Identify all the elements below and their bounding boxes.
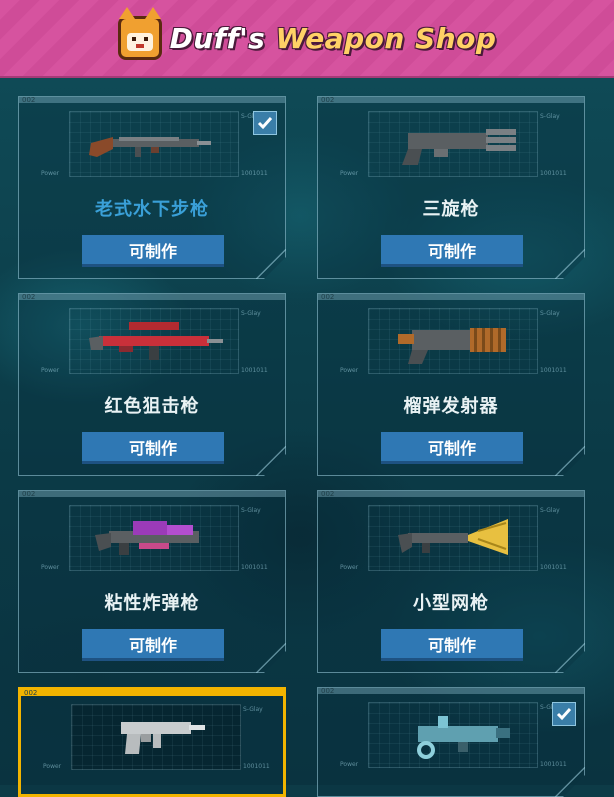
craft-button[interactable]: 可制作 <box>381 432 523 464</box>
frame-label-top-right: S-Glay <box>540 113 560 120</box>
sticky-bomb-gun-icon <box>79 509 229 567</box>
weapon-card[interactable]: 002 S-Glay Power 1001011 三旋枪 可制作 <box>317 96 585 279</box>
frame-label-power: Power <box>41 367 60 374</box>
craft-button[interactable]: 可制作 <box>381 629 523 661</box>
card-topbar <box>318 688 584 694</box>
weapon-name: 小型网枪 <box>413 593 489 614</box>
frame-label-bottom-right: 1001011 <box>241 170 268 177</box>
card-code: 002 <box>321 96 335 104</box>
weapon-name: 三旋枪 <box>422 199 480 220</box>
old-underwater-rifle-icon <box>79 115 229 173</box>
frame-label-bottom-right: 1001011 <box>241 367 268 374</box>
craft-button[interactable]: 可制作 <box>82 235 224 267</box>
grenade-launcher-icon <box>378 312 528 370</box>
card-topbar <box>318 294 584 300</box>
card-topbar <box>21 690 283 696</box>
owned-checkmark-icon <box>552 702 576 726</box>
weapon-card[interactable]: 002 S-Glay Power 1001011 老式水下步枪 可制作 <box>18 96 286 279</box>
frame-label-top-right: S-Glay <box>241 310 261 317</box>
weapon-card[interactable]: 002 S-Glay Power 1001011 小型网枪 可制作 <box>317 490 585 673</box>
frame-label-power: Power <box>340 170 359 177</box>
frame-label-top-right: S-Glay <box>540 507 560 514</box>
weapon-name: 粘性炸弹枪 <box>104 593 200 614</box>
card-topbar <box>318 491 584 497</box>
weapon-name: 红色狙击枪 <box>104 396 200 417</box>
owned-checkmark-icon <box>253 111 277 135</box>
weapon-card-selected[interactable]: 002 S-Glay Power 1001011 <box>18 687 286 797</box>
weapon-card[interactable]: 002 S-Glay Power 1001011 榴弹发射器 可制作 <box>317 293 585 476</box>
pistol-icon <box>121 722 205 754</box>
card-code: 002 <box>22 293 36 301</box>
frame-label-power: Power <box>41 564 60 571</box>
craft-button[interactable]: 可制作 <box>381 235 523 267</box>
shop-title-part2: Weapon Shop <box>275 21 497 55</box>
weapon-card[interactable]: 002 S-Glay Power 1001011 粘性炸弹枪 可制作 <box>18 490 286 673</box>
small-net-gun-icon <box>378 509 528 567</box>
frame-label-power: Power <box>340 761 359 768</box>
frame-label-bottom-right: 1001011 <box>540 367 567 374</box>
card-code: 002 <box>321 687 335 695</box>
blaster-icon <box>378 706 528 764</box>
craft-button[interactable]: 可制作 <box>82 432 224 464</box>
frame-label-power: Power <box>340 564 359 571</box>
frame-label-bottom-right: 1001011 <box>243 763 270 770</box>
frame-label-top-right: S-Glay <box>241 507 261 514</box>
card-code: 002 <box>321 293 335 301</box>
card-topbar <box>19 294 285 300</box>
card-topbar <box>19 491 285 497</box>
frame-label-top-right: S-Glay <box>243 706 263 713</box>
shop-title-part1: Duff's <box>169 21 266 55</box>
weapon-name: 榴弹发射器 <box>403 396 499 417</box>
craft-button[interactable]: 可制作 <box>82 629 224 661</box>
weapon-name: 老式水下步枪 <box>95 199 209 220</box>
frame-label-bottom-right: 1001011 <box>540 761 567 768</box>
frame-label-power: Power <box>340 367 359 374</box>
card-topbar <box>318 97 584 103</box>
frame-label-bottom-right: 1001011 <box>540 170 567 177</box>
duff-mascot-icon <box>117 7 162 60</box>
triple-barrel-gun-icon <box>378 115 528 173</box>
frame-label-bottom-right: 1001011 <box>540 564 567 571</box>
weapon-card[interactable]: 002 S-Glay Power 1001011 <box>317 687 585 797</box>
weapon-card[interactable]: 002 S-Glay Power 1001011 红色狙击枪 可制作 <box>18 293 286 476</box>
shop-title: Duff's Weapon Shop <box>170 22 497 55</box>
card-code: 002 <box>22 96 36 104</box>
card-code: 002 <box>24 689 38 697</box>
card-code: 002 <box>321 490 335 498</box>
red-sniper-rifle-icon <box>79 312 229 370</box>
frame-label-bottom-right: 1001011 <box>241 564 268 571</box>
shop-header: Duff's Weapon Shop <box>0 0 614 78</box>
frame-label-power: Power <box>43 763 62 770</box>
frame-label-top-right: S-Glay <box>540 310 560 317</box>
frame-label-power: Power <box>41 170 60 177</box>
card-code: 002 <box>22 490 36 498</box>
card-topbar <box>19 97 285 103</box>
